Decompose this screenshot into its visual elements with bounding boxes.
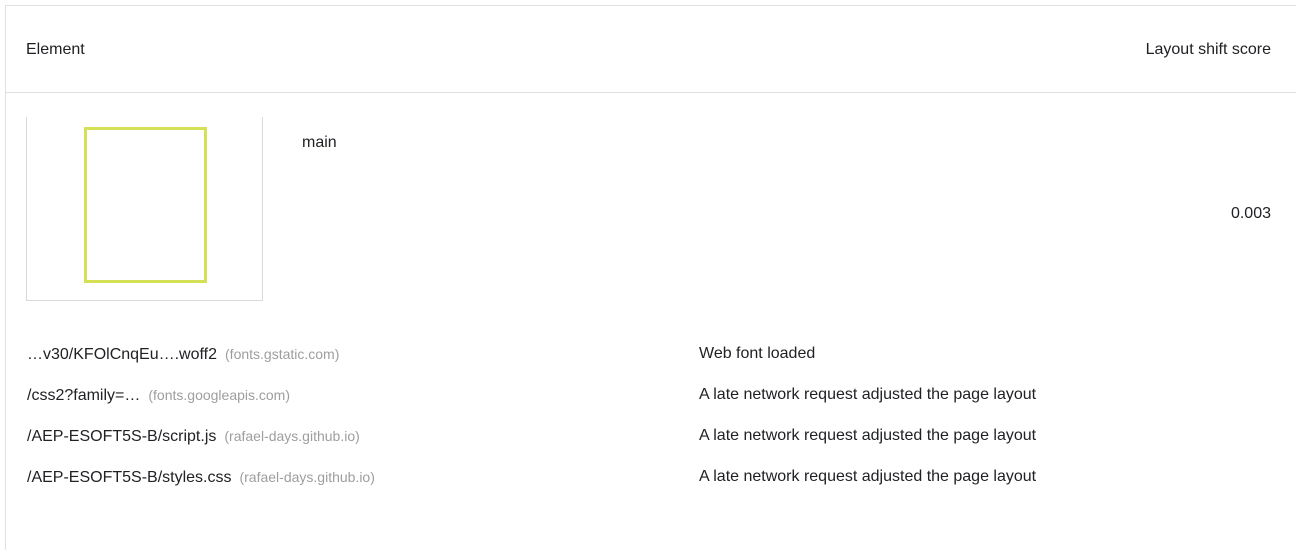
subitem-row: /AEP-ESOFT5S-B/script.js (rafael-days.git… [27,425,1277,447]
subitem-url[interactable]: /css2?family=… [27,387,140,404]
subitem-row: …v30/KFOlCnqEu….woff2 (fonts.gstatic.com)… [27,343,1277,365]
subitem-url[interactable]: …v30/KFOlCnqEu….woff2 [27,346,217,363]
subitem-url-cell[interactable]: /css2?family=… (fonts.googleapis.com) [27,384,290,407]
subitem-reason: A late network request adjusted the page… [699,386,1037,403]
subitem-url[interactable]: /AEP-ESOFT5S-B/styles.css [27,469,231,486]
subitem-origin: (rafael-days.github.io) [239,469,375,485]
subitem-url-cell[interactable]: /AEP-ESOFT5S-B/script.js (rafael-days.git… [27,425,360,448]
element-highlight-box [84,127,207,283]
subitem-reason: Web font loaded [699,345,816,362]
subitem-origin: (fonts.gstatic.com) [225,346,340,362]
layout-shift-score: 0.003 [1230,205,1271,222]
node-label[interactable]: main [302,133,337,153]
element-screenshot-thumbnail[interactable] [26,117,263,301]
table-header: Element Layout shift score [6,6,1296,93]
subitem-row: /AEP-ESOFT5S-B/styles.css (rafael-days.gi… [27,466,1277,488]
subitem-reason: A late network request adjusted the page… [699,468,1037,485]
subitem-origin: (fonts.googleapis.com) [148,387,291,403]
layout-shift-table: Element Layout shift score main 0.003 …v… [5,5,1296,550]
column-header-score: Layout shift score [1145,41,1271,58]
subitem-url-cell[interactable]: …v30/KFOlCnqEu….woff2 (fonts.gstatic.com) [27,343,339,366]
subitem-reason: A late network request adjusted the page… [699,427,1037,444]
subitem-row: /css2?family=… (fonts.googleapis.com) A l… [27,384,1277,406]
subitem-origin: (rafael-days.github.io) [224,428,360,444]
subitem-url-cell[interactable]: /AEP-ESOFT5S-B/styles.css (rafael-days.gi… [27,466,375,489]
subitem-url[interactable]: /AEP-ESOFT5S-B/script.js [27,428,216,445]
column-header-element: Element [26,41,85,58]
